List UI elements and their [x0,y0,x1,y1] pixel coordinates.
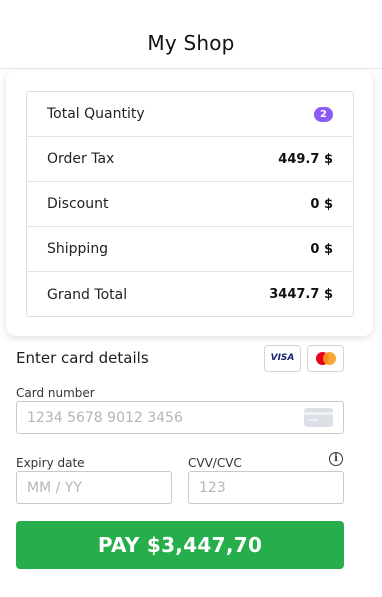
app-header: My Shop [0,0,382,69]
order-summary-card: Total Quantity 2 Order Tax 449.7 $ Disco… [6,71,373,336]
summary-row-total-quantity: Total Quantity 2 [27,92,353,137]
quantity-badge: 2 [314,106,333,122]
credit-card-icon [304,408,333,427]
expiry-date-input[interactable] [16,471,172,504]
summary-value: 0 $ [310,196,333,212]
info-icon[interactable]: i [329,452,343,466]
summary-row-order-tax: Order Tax 449.7 $ [27,137,353,182]
summary-value: 3447.7 $ [269,287,333,302]
mastercard-logo [315,351,336,365]
cvc-label: CVV/CVC [188,456,242,470]
card-details-header: Enter card details VISA [16,343,344,373]
checkout-screen: My Shop Total Quantity 2 Order Tax 449.7… [0,0,382,597]
visa-icon: VISA [264,344,301,372]
summary-label: Total Quantity [47,106,145,122]
summary-row-discount: Discount 0 $ [27,182,353,227]
cvc-input[interactable] [188,471,344,504]
summary-label: Grand Total [47,286,128,303]
summary-value: 449.7 $ [278,151,333,167]
summary-value: 0 $ [310,241,333,257]
card-details-heading: Enter card details [16,349,149,367]
visa-logo-text: VISA [270,353,295,363]
card-brands: VISA [264,344,344,372]
pay-button[interactable]: PAY $3,447,70 [16,521,344,569]
order-summary-table: Total Quantity 2 Order Tax 449.7 $ Disco… [26,91,354,317]
card-number-label: Card number [16,386,95,400]
summary-label: Discount [47,196,109,212]
card-number-input[interactable] [16,401,344,434]
summary-label: Shipping [47,241,109,257]
summary-row-grand-total: Grand Total 3447.7 $ [27,272,353,317]
summary-label: Order Tax [47,151,115,167]
mastercard-icon [307,344,344,372]
expiry-date-label: Expiry date [16,456,85,470]
card-details-heading-row: Enter card details VISA [16,343,344,373]
mastercard-orange-circle [322,351,336,365]
summary-row-shipping: Shipping 0 $ [27,227,353,272]
page-title: My Shop [147,31,235,55]
